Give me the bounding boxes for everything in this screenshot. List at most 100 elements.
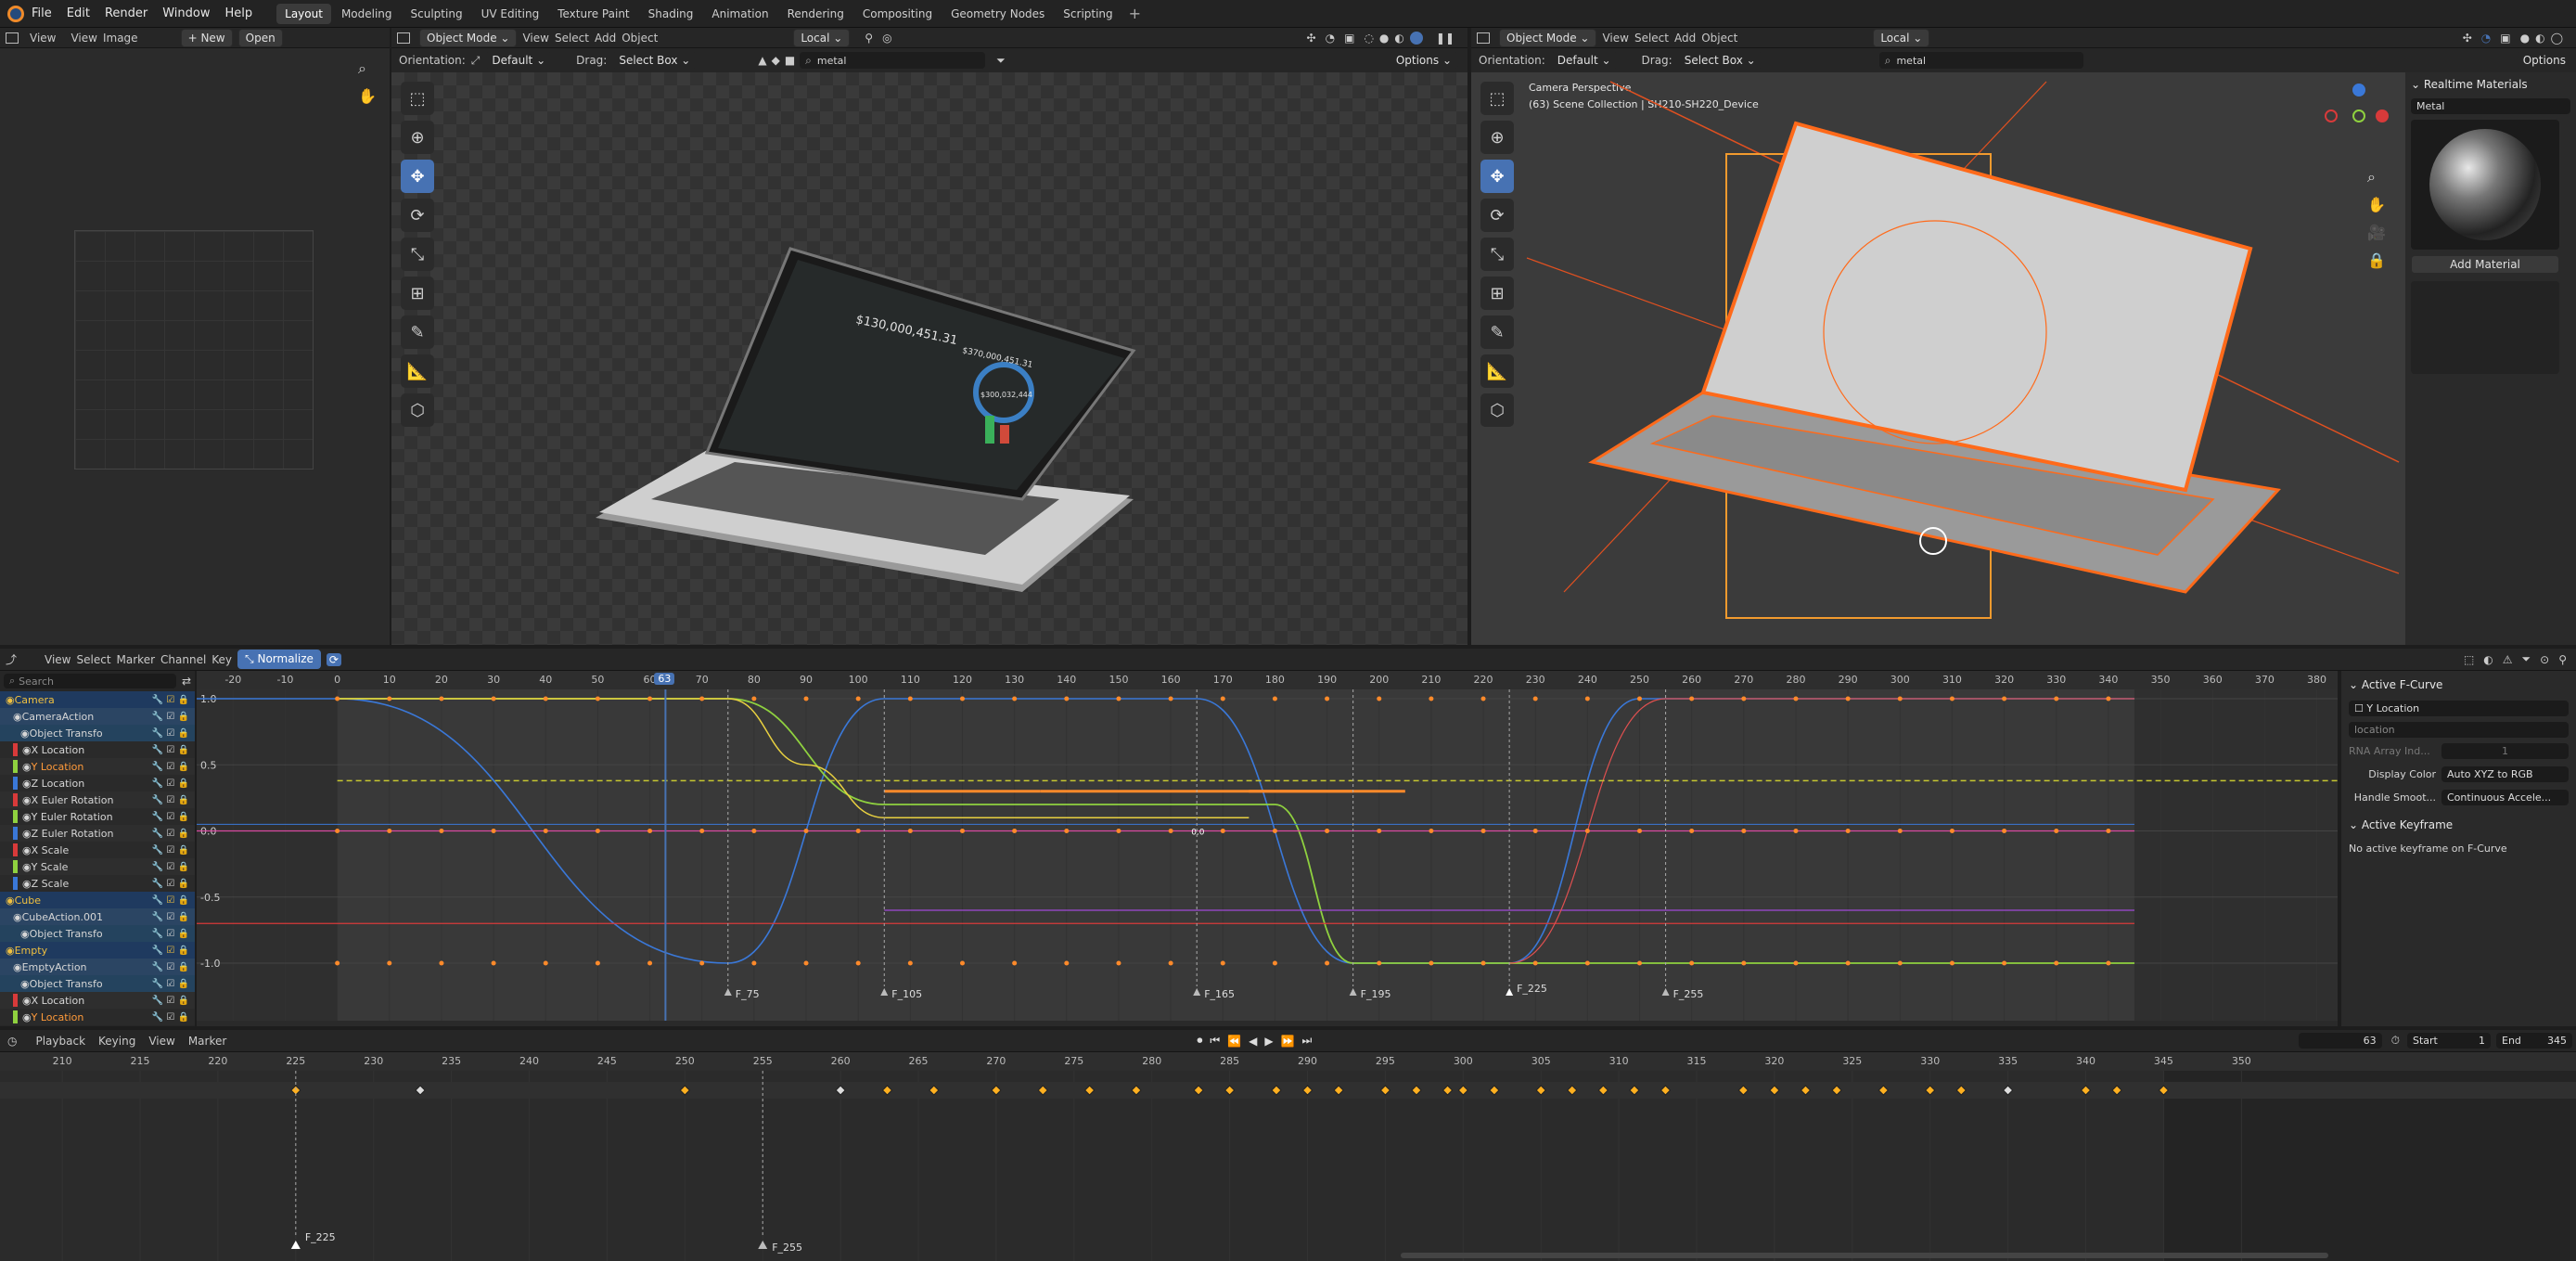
visibility-eye-icon[interactable]: ◉: [13, 911, 22, 923]
keyframe-point[interactable]: [699, 960, 705, 966]
keyframe-point[interactable]: [647, 696, 653, 701]
transform-tool-icon[interactable]: ⊞: [401, 277, 434, 310]
image-editor-canvas[interactable]: ⌕ ✋: [0, 48, 390, 645]
material-dropdown[interactable]: Metal: [2411, 98, 2570, 114]
marker-triangle-icon[interactable]: [1506, 988, 1514, 996]
visibility-eye-icon[interactable]: ◉: [22, 844, 32, 856]
keyframe-point[interactable]: [1845, 696, 1851, 701]
keyframe-point[interactable]: [1325, 960, 1330, 966]
jump-start-icon[interactable]: ⏮: [1210, 1034, 1220, 1048]
visibility-eye-icon[interactable]: ◉: [20, 978, 30, 990]
channel-row[interactable]: ◉ X Location 🔧 ☑ 🔒: [0, 992, 195, 1009]
menu-select[interactable]: Select: [1634, 32, 1669, 45]
current-frame-field[interactable]: 63: [2298, 1033, 2382, 1049]
visibility-eye-icon[interactable]: ◉: [22, 778, 32, 790]
graph-menu-select[interactable]: Select: [77, 653, 111, 666]
keyframe-point[interactable]: [1584, 960, 1590, 966]
menu-image[interactable]: Image: [103, 32, 138, 45]
keyframe-point[interactable]: [595, 696, 600, 701]
keyframe-point[interactable]: [1949, 829, 1954, 833]
keyframe-point[interactable]: [647, 829, 653, 833]
keyframe-point[interactable]: [2106, 829, 2111, 833]
visibility-eye-icon[interactable]: ◉: [22, 995, 32, 1007]
next-keyframe-icon[interactable]: ⏩: [1281, 1035, 1295, 1048]
visibility-eye-icon[interactable]: ◉: [13, 961, 22, 973]
keyframe-point[interactable]: [2002, 829, 2007, 833]
visibility-eye-icon[interactable]: ◉: [22, 761, 32, 773]
keyframe-point[interactable]: [595, 829, 600, 833]
marker-triangle-icon[interactable]: [724, 988, 732, 996]
show-hidden-icon[interactable]: ◐: [2483, 653, 2493, 666]
add-material-button[interactable]: Add Material: [2411, 255, 2559, 274]
visibility-eye-icon[interactable]: ◉: [22, 878, 32, 890]
keyframe-point[interactable]: [1064, 696, 1070, 701]
keyframe-point[interactable]: [959, 829, 965, 833]
pivot-icon[interactable]: ⊙: [2540, 653, 2549, 666]
open-image-button[interactable]: Open: [237, 28, 283, 47]
keyframe-point[interactable]: [907, 829, 913, 833]
play-reverse-icon[interactable]: ◀: [1249, 1035, 1257, 1048]
viewport-left-search[interactable]: ⌕ metal: [800, 52, 986, 69]
display-color-dropdown[interactable]: Auto XYZ to RGB: [2441, 766, 2569, 782]
channel-row[interactable]: ◉ Y Scale 🔧 ☑ 🔒: [0, 858, 195, 875]
marker-triangle-icon[interactable]: [1349, 988, 1357, 996]
annotate-tool-icon[interactable]: ✎: [401, 315, 434, 349]
channel-row[interactable]: ◉ Camera 🔧 ☑ 🔒: [0, 691, 195, 708]
keyframe-point[interactable]: [1897, 696, 1903, 701]
keyframe-point[interactable]: [387, 696, 392, 701]
refresh-icon[interactable]: ⟳: [326, 652, 341, 666]
keyframe-point[interactable]: [803, 696, 809, 701]
end-frame-field[interactable]: End 345: [2496, 1033, 2572, 1049]
horizontal-scrollbar[interactable]: [197, 1021, 2338, 1026]
xray-icon[interactable]: ▣: [1344, 32, 1354, 45]
swap-icon[interactable]: ⇄: [182, 675, 191, 688]
keyframe-point[interactable]: [1064, 960, 1070, 966]
graph-menu-marker[interactable]: Marker: [117, 653, 155, 666]
rotate-tool-icon[interactable]: ⟳: [401, 199, 434, 232]
workspace-tab-rendering[interactable]: Rendering: [779, 4, 852, 24]
menu-view[interactable]: View: [522, 32, 548, 45]
keyframe-point[interactable]: [1220, 696, 1225, 701]
menu-select[interactable]: Select: [555, 32, 589, 45]
keyframe-point[interactable]: [1949, 960, 1954, 966]
viewport-left-canvas[interactable]: ⬚ ⊕ ✥ ⟳ ⤡ ⊞ ✎ 📐 ⬡ $130,000,451.31 $370,0…: [391, 72, 1467, 645]
graph-editor-type-icon[interactable]: ⤴: [6, 651, 17, 667]
proportional-icon[interactable]: ◎: [882, 32, 891, 45]
visibility-eye-icon[interactable]: ◉: [6, 894, 15, 907]
viewport-right-search[interactable]: ⌕ metal: [1878, 52, 2083, 69]
rendered-shading-icon[interactable]: ◯: [2551, 32, 2563, 45]
menu-marker[interactable]: Marker: [188, 1035, 226, 1048]
channel-row[interactable]: ◉ X Scale 🔧 ☑ 🔒: [0, 842, 195, 858]
drag-dropdown-right[interactable]: Select Box ⌄: [1677, 52, 1762, 69]
workspace-tab-shading[interactable]: Shading: [640, 4, 702, 24]
keyframe-point[interactable]: [1168, 829, 1173, 833]
timeline-ruler[interactable]: 210 215 220 225 230 235 240 245 250 255 260 265 270 2…: [0, 1052, 2576, 1071]
keyframe-point[interactable]: [1480, 696, 1486, 701]
add-cube-tool-icon[interactable]: ⬡: [401, 393, 434, 427]
keyframe-point[interactable]: [1272, 696, 1277, 701]
overlay-icon[interactable]: ◔: [1326, 32, 1335, 45]
graph-menu-key[interactable]: Key: [211, 653, 232, 666]
snap-icon[interactable]: ⚲: [865, 32, 873, 45]
transform-pivot-dropdown[interactable]: Local ⌄: [793, 28, 851, 47]
timeline-marker-icon[interactable]: [290, 1241, 301, 1249]
keyframe-point[interactable]: [699, 696, 705, 701]
keyframe-point[interactable]: [699, 829, 705, 833]
channel-row[interactable]: ◉ Object Transfo 🔧 ☑ 🔒: [0, 925, 195, 942]
keyframe-point[interactable]: [1741, 696, 1747, 701]
keyframe-point[interactable]: [751, 829, 757, 833]
keyframe-point[interactable]: [1741, 960, 1747, 966]
menu-keying[interactable]: Keying: [98, 1035, 135, 1048]
channel-row[interactable]: ◉ Object Transfo 🔧 ☑ 🔒: [0, 975, 195, 992]
marker-triangle-icon[interactable]: [880, 988, 889, 996]
keyframe-point[interactable]: [1480, 960, 1486, 966]
keyframe-point[interactable]: [647, 960, 653, 966]
keyframe-point[interactable]: [491, 696, 496, 701]
gizmo-z-icon[interactable]: [2352, 84, 2365, 97]
keyframe-point[interactable]: [1845, 829, 1851, 833]
menu-render[interactable]: Render: [105, 6, 147, 20]
workspace-tab-compositing[interactable]: Compositing: [854, 4, 941, 24]
visibility-eye-icon[interactable]: ◉: [20, 727, 30, 740]
keyframe-point[interactable]: [1116, 829, 1121, 833]
keyframe-point[interactable]: [1325, 829, 1330, 833]
